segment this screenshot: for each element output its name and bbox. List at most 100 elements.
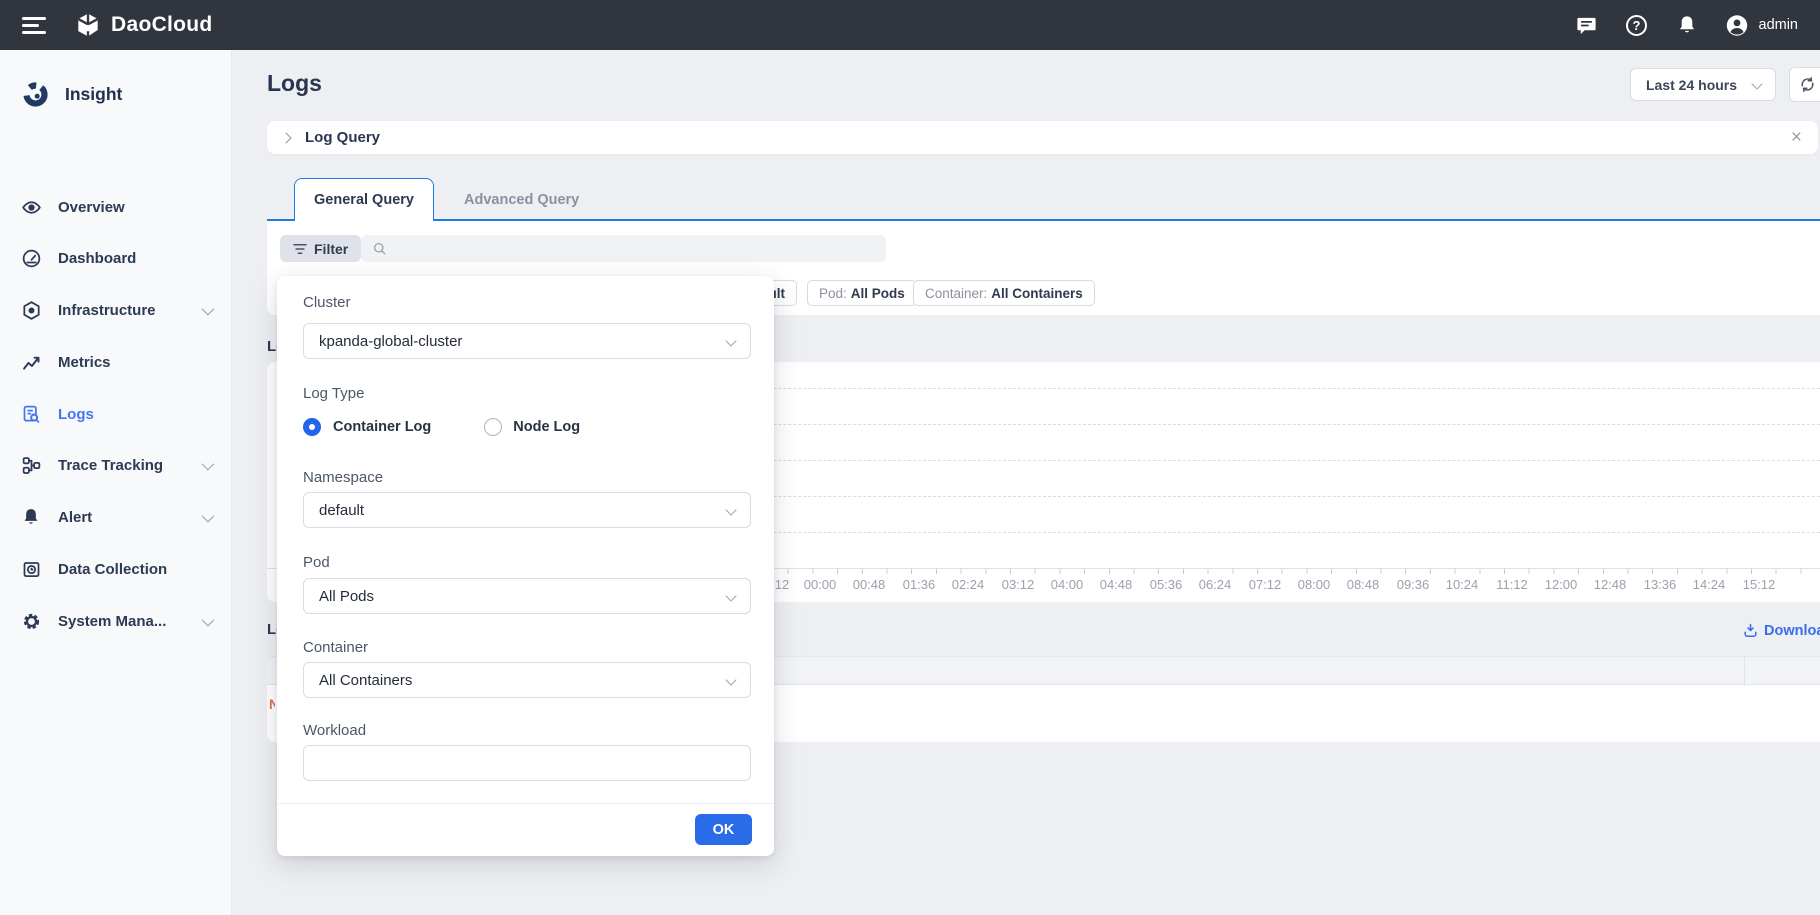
workload-input[interactable] [303,745,751,781]
container-select[interactable]: All Containers [303,662,751,698]
sidebar-item-dashboard[interactable]: Dashboard [0,238,231,278]
pod-select[interactable]: All Pods [303,578,751,614]
x-axis-label: 01:36 [903,577,936,592]
close-icon[interactable]: × [1791,128,1802,147]
chevron-down-icon [725,674,736,685]
x-axis-label: 11:12 [1496,577,1528,592]
sidebar: Insight Overview Dashboard [0,50,232,915]
app-screen: DaoCloud ? [0,0,1820,915]
filter-button[interactable]: Filter [280,235,361,262]
chevron-down-icon [725,335,736,346]
search-input[interactable] [395,241,886,257]
chevron-right-icon[interactable] [280,132,291,143]
search-box[interactable] [361,235,886,262]
x-axis-label: 02:24 [952,577,985,592]
workload-label: Workload [303,722,366,739]
popup-footer: OK [277,803,774,856]
x-axis-label: 10:24 [1446,577,1479,592]
x-axis-label: 00:00 [804,577,837,592]
x-axis-label: 03:12 [1002,577,1035,592]
topbar-actions: ? admin [1575,13,1799,37]
namespace-select[interactable]: default [303,492,751,528]
sidebar-item-overview[interactable]: Overview [0,187,231,227]
chevron-down-icon [725,504,736,515]
log-search-icon [20,403,42,425]
topbar: DaoCloud ? [0,0,1820,50]
x-axis-label: 08:00 [1298,577,1331,592]
product-name: Insight [65,84,122,105]
search-icon [372,241,387,256]
x-axis-label: 06:24 [1199,577,1232,592]
x-axis-label: 04:00 [1051,577,1084,592]
download-icon [1742,622,1759,639]
trace-icon [20,454,42,476]
radio-node-log[interactable] [484,418,502,436]
eye-icon [20,196,42,218]
chart-x-axis-ticks [763,569,1820,574]
hexagon-icon [20,299,42,321]
brand-name: DaoCloud [111,13,213,37]
product-header: Insight [0,72,232,116]
download-link[interactable]: Download [1742,622,1820,639]
chevron-down-icon [202,613,215,626]
x-axis-label: 15:12 [1743,577,1776,592]
radio-container-log[interactable] [303,418,321,436]
filter-icon [293,243,307,255]
cluster-label: Cluster [303,294,351,311]
daocloud-logo-icon [74,11,102,39]
sidebar-item-infrastructure[interactable]: Infrastructure [0,290,231,330]
tab-general-query[interactable]: General Query [294,178,434,221]
filter-button-label: Filter [314,241,348,257]
insight-logo-icon [22,81,49,108]
help-icon[interactable]: ? [1625,13,1649,37]
refresh-button[interactable] [1789,67,1820,102]
tab-advanced-query[interactable]: Advanced Query [464,178,579,221]
sidebar-item-data-collection[interactable]: Data Collection [0,549,231,589]
sidebar-item-system-management[interactable]: System Mana... [0,601,231,641]
time-range-select[interactable]: Last 24 hours [1630,68,1776,101]
table-column-divider [1744,657,1745,686]
filter-popup: Cluster kpanda-global-cluster Log Type C… [277,276,774,856]
log-query-panel-header[interactable]: Log Query × [267,121,1818,154]
gear-icon [20,610,42,632]
filter-chip-pod[interactable]: Pod: All Pods [807,280,917,306]
username[interactable]: admin [1759,17,1799,33]
sidebar-item-logs[interactable]: Logs [0,394,231,434]
sidebar-item-alert[interactable]: Alert [0,497,231,537]
ok-button[interactable]: OK [695,814,752,845]
page-title: Logs [267,70,322,97]
chevron-down-icon [725,590,736,601]
metrics-icon [20,351,42,373]
log-row-marker: N [269,696,275,710]
filter-chip-container[interactable]: Container: All Containers [913,280,1095,306]
x-axis-label: 07:12 [1249,577,1282,592]
log-type-label: Log Type [303,385,364,402]
refresh-icon [1798,75,1817,94]
time-range-value: Last 24 hours [1646,77,1737,93]
chevron-down-icon [202,302,215,315]
chat-icon[interactable] [1575,13,1599,37]
notifications-bell-icon[interactable] [1675,13,1699,37]
brand: DaoCloud [74,11,213,39]
x-axis-label: 12 [775,577,789,592]
log-type-radio-group: Container Log Node Log [303,417,580,437]
x-axis-label: 00:48 [853,577,886,592]
pod-label: Pod [303,554,330,571]
gauge-icon [20,247,42,269]
chevron-down-icon [202,457,215,470]
x-axis-label: 12:48 [1594,577,1627,592]
sidebar-item-metrics[interactable]: Metrics [0,342,231,382]
namespace-label: Namespace [303,469,383,486]
x-axis-label: 05:36 [1150,577,1183,592]
x-axis-label: 12:00 [1545,577,1578,592]
download-label: Download [1764,623,1820,639]
cluster-select[interactable]: kpanda-global-cluster [303,323,751,359]
sidebar-item-trace-tracking[interactable]: Trace Tracking [0,445,231,485]
sidebar-toggle-icon[interactable] [22,17,46,33]
bell-icon [20,506,42,528]
x-axis-label: 14:24 [1693,577,1726,592]
chevron-down-icon [202,509,215,522]
x-axis-label: 08:48 [1347,577,1380,592]
user-avatar-icon[interactable] [1725,13,1749,37]
collection-icon [20,558,42,580]
